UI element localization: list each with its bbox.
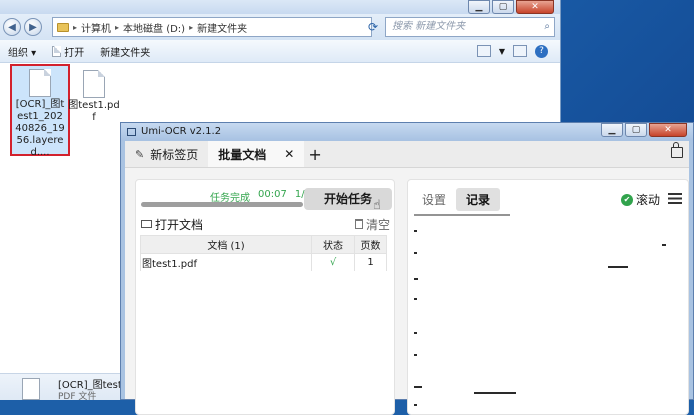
explorer-titlebar: ▁ ▢ ✕: [0, 0, 560, 14]
document-table: 文档 (1) 状态 页数 图test1.pdf √ 1: [140, 235, 387, 271]
lock-icon[interactable]: [671, 142, 683, 158]
col-header-document[interactable]: 文档 (1): [140, 235, 312, 254]
hand-cursor-icon: ☝: [373, 198, 381, 213]
explorer-toolbar: 组织 ▾ 打开 新建文件夹 ▼ ?: [0, 40, 560, 63]
document-panel: 任务完成 00:07 1/1 开始任务 ☝ 打开文档 清空 文档 (1) 状态 …: [135, 179, 395, 415]
add-tab-button[interactable]: +: [304, 141, 325, 167]
pin-icon[interactable]: ✎: [135, 148, 144, 161]
log-panel: 设置 记录 ✔ 滚动: [407, 179, 689, 415]
status-cell: √: [311, 253, 355, 271]
address-bar[interactable]: ▸ 计算机 ▸ 本地磁盘 (D:) ▸ 新建文件夹: [52, 17, 372, 37]
umi-content: ✎ 新标签页 批量文档 ✕ + 任务完成 00:07 1/1 开始任务 ☝ 打开…: [125, 141, 689, 415]
umi-ocr-window: Umi-OCR v2.1.2 ▁ ▢ ✕ ✎ 新标签页 批量文档 ✕ + 任务完…: [120, 122, 694, 415]
tab-settings[interactable]: 设置: [412, 188, 456, 211]
close-tab-icon[interactable]: ✕: [284, 147, 294, 161]
search-icon: ⌕: [544, 21, 550, 32]
clear-button[interactable]: 清空: [354, 216, 390, 232]
pdf-file-icon: [22, 378, 40, 400]
tab-new-page[interactable]: ✎ 新标签页: [125, 141, 208, 167]
file-item-ocr-output[interactable]: [OCR]_图test1_20240826_1956.layered....: [10, 64, 70, 158]
tab-batch-doc[interactable]: 批量文档 ✕: [208, 141, 305, 167]
chevron-down-icon[interactable]: ▼: [499, 47, 505, 56]
open-documents-button[interactable]: 打开文档: [141, 216, 203, 232]
details-file-type: PDF 文件: [58, 392, 97, 402]
pages-cell: 1: [354, 253, 387, 271]
breadcrumb-folder[interactable]: 新建文件夹: [197, 20, 247, 35]
app-icon: [127, 128, 136, 136]
doc-name-cell: 图test1.pdf: [140, 253, 312, 271]
file-item-source-pdf[interactable]: 图test1.pdf: [68, 70, 120, 124]
preview-pane-icon[interactable]: [513, 45, 527, 57]
progress-bar: [141, 202, 303, 207]
table-row[interactable]: 图test1.pdf √ 1: [140, 253, 387, 271]
pdf-file-icon: [29, 69, 51, 97]
close-button[interactable]: ✕: [649, 123, 687, 137]
progress-fill: [141, 202, 303, 207]
maximize-button[interactable]: ▢: [492, 0, 514, 14]
back-icon[interactable]: ◀: [3, 18, 21, 36]
folder-open-icon: [141, 220, 152, 228]
file-name: [OCR]_图test1_20240826_1956.layered....: [15, 99, 65, 158]
auto-scroll-toggle[interactable]: ✔ 滚动: [620, 191, 660, 208]
refresh-icon[interactable]: ⟳: [364, 18, 382, 36]
col-header-status[interactable]: 状态: [311, 235, 355, 254]
organize-button[interactable]: 组织 ▾: [0, 44, 44, 59]
forward-icon[interactable]: ▶: [24, 18, 42, 36]
search-input[interactable]: 搜索 新建文件夹 ⌕: [385, 17, 555, 37]
breadcrumb-drive[interactable]: 本地磁盘 (D:): [123, 20, 185, 35]
help-icon[interactable]: ?: [535, 44, 548, 58]
minimize-button[interactable]: ▁: [601, 123, 623, 137]
trash-icon: [354, 219, 363, 229]
check-circle-icon: ✔: [620, 193, 633, 206]
folder-icon: [57, 22, 69, 32]
search-placeholder: 搜索 新建文件夹: [392, 21, 466, 32]
document-icon: [52, 45, 62, 57]
view-options-icon[interactable]: [476, 45, 491, 57]
file-name: 图test1.pdf: [68, 100, 120, 123]
minimize-button[interactable]: ▁: [468, 0, 490, 14]
pdf-file-icon: [83, 70, 105, 98]
menu-icon[interactable]: [668, 193, 682, 204]
breadcrumb-computer[interactable]: 计算机: [81, 20, 111, 35]
address-row: ◀ ▶ ▸ 计算机 ▸ 本地磁盘 (D:) ▸ 新建文件夹 ⟳ 搜索 新建文件夹…: [0, 14, 560, 40]
open-button[interactable]: 打开: [44, 44, 92, 59]
close-button[interactable]: ✕: [516, 0, 554, 14]
col-header-pages[interactable]: 页数: [354, 235, 387, 254]
new-folder-button[interactable]: 新建文件夹: [92, 44, 158, 59]
umi-titlebar[interactable]: Umi-OCR v2.1.2 ▁ ▢ ✕: [121, 123, 693, 141]
window-title: Umi-OCR v2.1.2: [141, 126, 222, 137]
maximize-button[interactable]: ▢: [625, 123, 647, 137]
tab-records[interactable]: 记录: [456, 188, 501, 211]
tab-bar: ✎ 新标签页 批量文档 ✕ +: [125, 141, 689, 168]
log-output: [414, 214, 682, 408]
